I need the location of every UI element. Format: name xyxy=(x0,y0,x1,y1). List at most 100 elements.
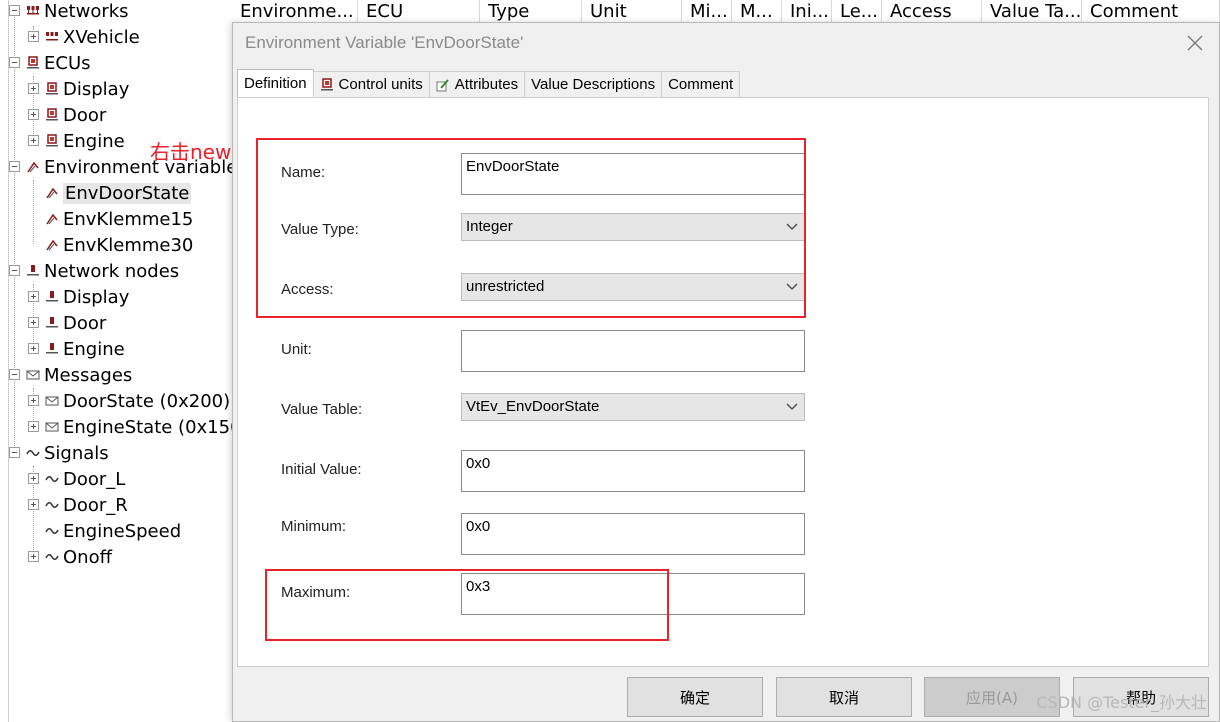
tree-item-signal-onoff[interactable]: Onoff xyxy=(45,544,112,570)
tree-item-signal-enginespeed[interactable]: EngineSpeed xyxy=(45,518,181,544)
tree-item-signal-door-r[interactable]: Door_R xyxy=(45,492,128,518)
chevron-down-icon xyxy=(786,403,798,410)
node-icon xyxy=(45,342,59,356)
expand-toggle[interactable] xyxy=(28,473,39,484)
collapse-toggle[interactable] xyxy=(9,161,20,172)
tree-item-ecu-door[interactable]: Door xyxy=(45,102,106,128)
tree-item-xvehicle[interactable]: XVehicle xyxy=(45,24,140,50)
unit-input[interactable] xyxy=(461,330,805,372)
expand-toggle[interactable] xyxy=(28,291,39,302)
expand-toggle[interactable] xyxy=(28,343,39,354)
expand-toggle[interactable] xyxy=(28,83,39,94)
message-icon xyxy=(45,420,59,434)
node-icon xyxy=(45,290,59,304)
ecu-icon xyxy=(320,77,334,92)
signal-icon xyxy=(45,524,59,538)
value-table-select[interactable]: VtEv_EnvDoorState xyxy=(461,393,805,421)
watermark: CSDN @Tester_孙大壮 xyxy=(1036,693,1207,712)
column-header[interactable]: Access xyxy=(882,0,982,24)
tree-item-signal-door-l[interactable]: Door_L xyxy=(45,466,125,492)
tree-item-msg-doorstate[interactable]: DoorState (0x200) xyxy=(45,388,230,414)
node-icon xyxy=(26,264,40,278)
tab-control-units[interactable]: Control units xyxy=(312,71,430,97)
signal-icon xyxy=(45,498,59,512)
column-header[interactable]: M... xyxy=(732,0,782,24)
message-icon xyxy=(45,394,59,408)
tree-item-ecu-display[interactable]: Display xyxy=(45,76,129,102)
expand-toggle[interactable] xyxy=(28,109,39,120)
highlight-box xyxy=(256,138,806,318)
expand-toggle[interactable] xyxy=(28,551,39,562)
column-header[interactable]: Value Ta... xyxy=(982,0,1082,24)
collapse-toggle[interactable] xyxy=(9,265,20,276)
tree-item-envklemme15[interactable]: EnvKlemme15 xyxy=(45,206,193,232)
ecu-icon xyxy=(26,56,40,70)
tree-item-networks[interactable]: Networks xyxy=(26,0,129,24)
collapse-toggle[interactable] xyxy=(9,447,20,458)
tree-panel: Networks XVehicle ECUs Display Door Engi… xyxy=(0,0,232,722)
initial-value-label: Initial Value: xyxy=(281,461,362,478)
env-var-icon xyxy=(45,238,59,252)
minimum-input[interactable]: 0x0 xyxy=(461,513,805,555)
tab-attributes[interactable]: Attributes xyxy=(428,71,526,97)
signal-icon xyxy=(45,550,59,564)
tab-value-descriptions[interactable]: Value Descriptions xyxy=(524,71,663,97)
collapse-toggle[interactable] xyxy=(9,57,20,68)
column-header[interactable]: ECU xyxy=(358,0,480,24)
expand-toggle[interactable] xyxy=(28,135,39,146)
network-icon xyxy=(45,30,59,44)
expand-toggle[interactable] xyxy=(28,499,39,510)
env-variable-dialog: Environment Variable 'EnvDoorState' Defi… xyxy=(232,22,1220,722)
node-icon xyxy=(45,316,59,330)
tree-item-ecu-engine[interactable]: Engine xyxy=(45,128,125,154)
attributes-icon xyxy=(436,78,450,92)
tree-line xyxy=(14,12,15,452)
collapse-toggle[interactable] xyxy=(9,5,20,16)
minimum-label: Minimum: xyxy=(281,518,347,535)
tree-item-envklemme30[interactable]: EnvKlemme30 xyxy=(45,232,193,258)
env-var-icon xyxy=(45,186,59,200)
column-header[interactable]: Ini... xyxy=(782,0,832,24)
expand-toggle[interactable] xyxy=(28,421,39,432)
tree-item-msg-enginestate[interactable]: EngineState (0x150 xyxy=(45,414,232,440)
collapse-toggle[interactable] xyxy=(9,369,20,380)
column-header[interactable]: Environme... xyxy=(232,0,358,24)
env-var-icon xyxy=(26,160,40,174)
tree-line xyxy=(33,180,34,244)
tree-item-messages[interactable]: Messages xyxy=(26,362,132,388)
network-icon xyxy=(26,4,40,18)
tab-definition[interactable]: Definition xyxy=(237,69,314,97)
env-var-icon xyxy=(45,212,59,226)
tree-item-signals[interactable]: Signals xyxy=(26,440,109,466)
expand-toggle[interactable] xyxy=(28,317,39,328)
expand-toggle[interactable] xyxy=(28,395,39,406)
cancel-button[interactable]: 取消 xyxy=(776,677,912,717)
ecu-icon xyxy=(45,108,59,122)
column-header[interactable]: Comment xyxy=(1082,0,1220,24)
column-header[interactable]: Type xyxy=(480,0,582,24)
tree-item-node-display[interactable]: Display xyxy=(45,284,129,310)
tab-bar: Definition Control units Attributes Valu… xyxy=(237,69,741,97)
signal-icon xyxy=(26,446,40,460)
initial-value-input[interactable]: 0x0 xyxy=(461,450,805,492)
highlight-box xyxy=(265,569,669,641)
message-icon xyxy=(26,368,40,382)
annotation-right-click-new: 右击new xyxy=(150,140,232,164)
tree-item-node-engine[interactable]: Engine xyxy=(45,336,125,362)
tree-item-envdoorstate[interactable]: EnvDoorState xyxy=(45,180,192,206)
definition-panel: Name: EnvDoorState Value Type: Integer A… xyxy=(237,97,1209,667)
column-header[interactable]: Mi... xyxy=(682,0,732,24)
unit-label: Unit: xyxy=(281,341,312,358)
tree-item-ecus[interactable]: ECUs xyxy=(26,50,91,76)
signal-icon xyxy=(45,472,59,486)
tree-item-network-nodes[interactable]: Network nodes xyxy=(26,258,179,284)
ok-button[interactable]: 确定 xyxy=(627,677,763,717)
expand-toggle[interactable] xyxy=(28,31,39,42)
column-header[interactable]: Unit xyxy=(582,0,682,24)
tree-item-node-door[interactable]: Door xyxy=(45,310,106,336)
tree-border xyxy=(8,0,9,722)
ecu-icon xyxy=(45,134,59,148)
close-button[interactable] xyxy=(1183,31,1207,55)
tab-comment[interactable]: Comment xyxy=(661,71,741,97)
column-header[interactable]: Le... xyxy=(832,0,882,24)
